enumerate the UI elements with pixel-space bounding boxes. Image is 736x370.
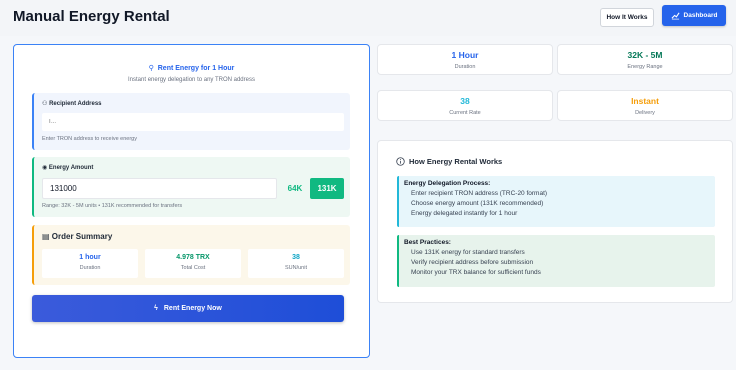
- lightbulb-icon: ⚲: [148, 65, 154, 72]
- energy-label-text: Energy Amount: [48, 165, 94, 171]
- how-it-works-card: How Energy Rental Works Energy Delegatio…: [377, 140, 733, 303]
- recipient-section: ⚇ Recipient Address Enter TRON address t…: [32, 93, 350, 150]
- dashboard-button[interactable]: Dashboard: [662, 5, 726, 26]
- summary-sun-label: SUN/unit: [284, 265, 307, 271]
- rental-form-card: ⚲ Rent Energy for 1 Hour Instant energy d…: [13, 44, 370, 358]
- delegation-process-box: Energy Delegation Process: Enter recipie…: [397, 176, 715, 227]
- delegation-step: Enter recipient TRON address (TRC-20 for…: [411, 190, 548, 197]
- stat-duration-label: Duration: [454, 64, 476, 70]
- energy-section: ◉ Energy Amount 64K 131K Range: 32K - 5M…: [32, 157, 350, 217]
- stat-delivery-label: Delivery: [635, 110, 655, 116]
- best-practices-title: Best Practices:: [404, 239, 451, 246]
- info-icon: [396, 157, 405, 166]
- summary-total-cost-value: 4.978 TRX: [176, 254, 210, 261]
- page-title: Manual Energy Rental: [13, 8, 170, 25]
- summary-duration-label: Duration: [79, 265, 101, 271]
- delegation-process-title: Energy Delegation Process:: [404, 180, 491, 187]
- order-summary-label-text: Order Summary: [51, 232, 113, 241]
- stat-duration-value: 1 Hour: [451, 50, 479, 60]
- summary-duration: 1 hour Duration: [42, 249, 138, 278]
- user-icon: ⚇: [42, 101, 48, 107]
- summary-total-cost: 4.978 TRX Total Cost: [145, 249, 241, 278]
- summary-duration-value: 1 hour: [79, 254, 101, 261]
- preset-64k-button[interactable]: 64K: [283, 178, 307, 199]
- stat-delivery: Instant Delivery: [557, 90, 733, 121]
- eye-icon: ◉: [42, 165, 48, 171]
- rent-energy-button[interactable]: ϟ Rent Energy Now: [32, 295, 344, 322]
- summary-sun-per-unit: 38 SUN/unit: [248, 249, 344, 278]
- form-title-text: Rent Energy for 1 Hour: [157, 65, 235, 72]
- stat-current-rate: 38 Current Rate: [377, 90, 553, 121]
- energy-help: Range: 32K - 5M units • 131K recommended…: [42, 203, 183, 209]
- receipt-icon: ▤: [42, 232, 50, 241]
- order-summary-section: ▤ Order Summary 1 hour Duration 4.978 TR…: [32, 225, 350, 285]
- dashboard-button-label: Dashboard: [683, 12, 718, 19]
- chart-line-icon: [671, 12, 680, 20]
- energy-label: ◉ Energy Amount: [42, 164, 93, 171]
- form-title: ⚲ Rent Energy for 1 Hour: [14, 64, 369, 72]
- best-practices-box: Best Practices: Use 131K energy for stan…: [397, 235, 715, 287]
- how-it-works-button[interactable]: How It Works: [600, 8, 654, 27]
- recipient-label: ⚇ Recipient Address: [42, 100, 102, 107]
- best-practice-item: Verify recipient address before submissi…: [411, 259, 534, 266]
- stat-delivery-value: Instant: [631, 96, 659, 106]
- rent-energy-button-label: Rent Energy Now: [163, 305, 222, 312]
- lightning-icon: ϟ: [154, 305, 158, 312]
- stat-current-rate-label: Current Rate: [449, 110, 481, 116]
- how-it-works-title: How Energy Rental Works: [396, 157, 502, 166]
- stat-energy-range-value: 32K - 5M: [627, 50, 663, 60]
- stat-duration: 1 Hour Duration: [377, 44, 553, 75]
- summary-total-cost-label: Total Cost: [180, 265, 206, 271]
- summary-sun-value: 38: [292, 254, 300, 261]
- best-practice-item: Monitor your TRX balance for sufficient …: [411, 269, 541, 276]
- stat-energy-range-label: Energy Range: [627, 64, 663, 70]
- delegation-step: Energy delegated instantly for 1 hour: [411, 210, 518, 217]
- recipient-address-input[interactable]: [42, 113, 344, 131]
- stat-energy-range: 32K - 5M Energy Range: [557, 44, 733, 75]
- delegation-step: Choose energy amount (131K recommended): [411, 200, 544, 207]
- recipient-label-text: Recipient Address: [49, 101, 102, 107]
- order-summary-label: ▤ Order Summary: [42, 232, 112, 241]
- top-header: Manual Energy Rental How It Works Dashbo…: [0, 0, 736, 36]
- stat-current-rate-value: 38: [460, 96, 470, 106]
- recipient-help: Enter TRON address to receive energy: [42, 136, 137, 142]
- preset-131k-button[interactable]: 131K: [310, 178, 344, 199]
- how-it-works-title-text: How Energy Rental Works: [409, 157, 503, 166]
- best-practice-item: Use 131K energy for standard transfers: [411, 249, 525, 256]
- energy-amount-input[interactable]: [42, 178, 277, 199]
- form-subtitle: Instant energy delegation to any TRON ad…: [128, 77, 255, 83]
